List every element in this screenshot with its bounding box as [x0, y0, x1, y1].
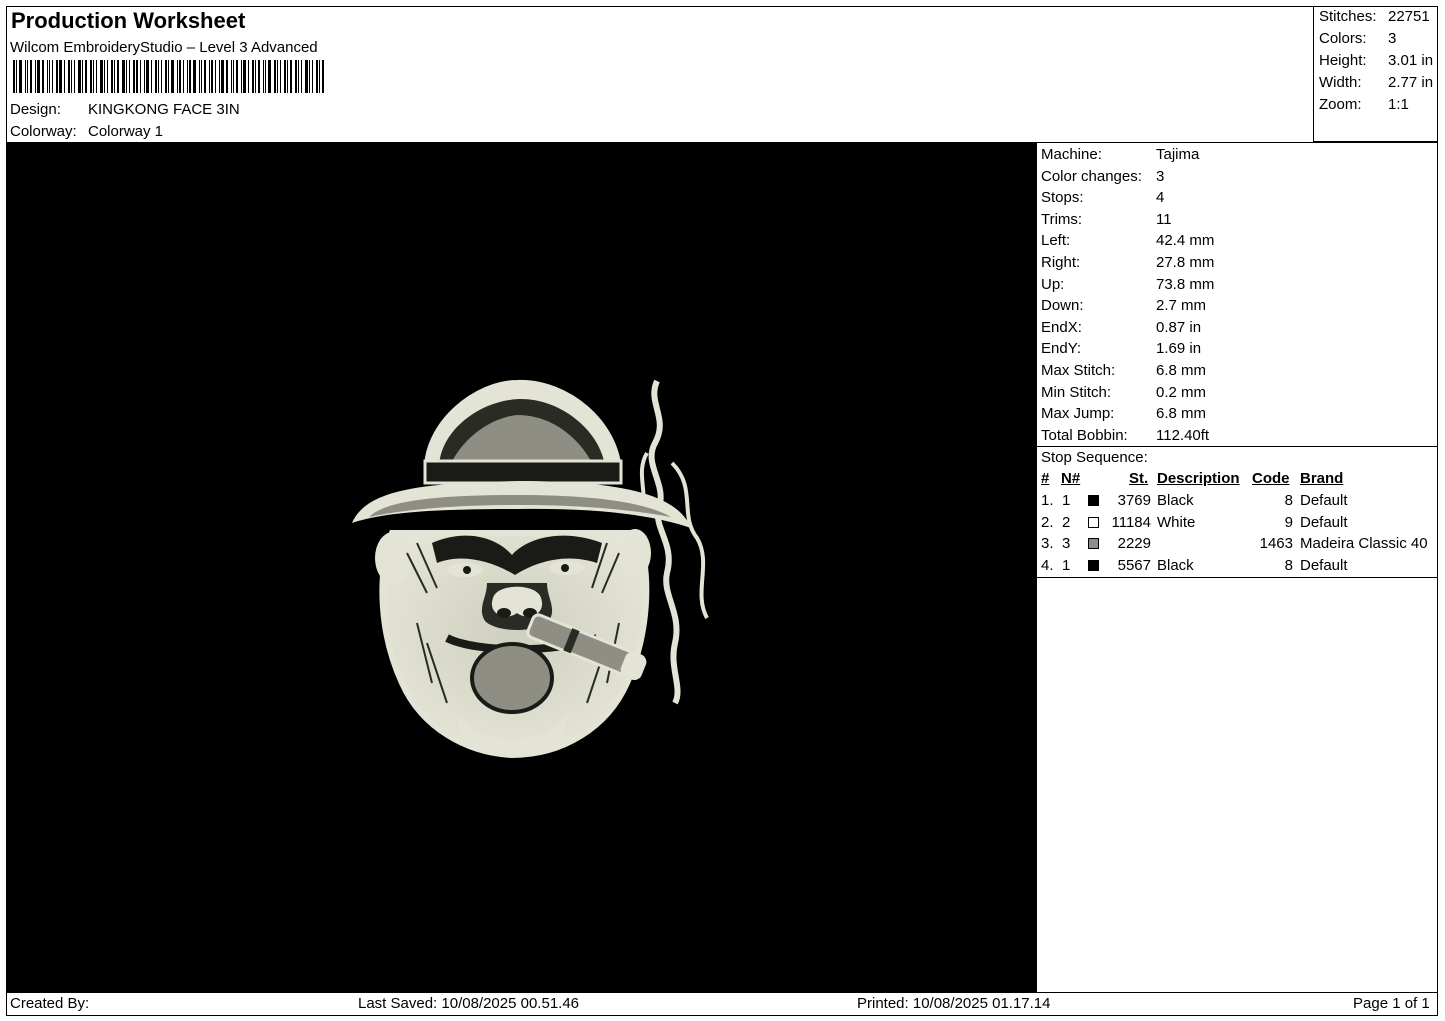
machine-info-label: Right:: [1041, 254, 1081, 271]
machine-info-value: 112.40ft: [1156, 426, 1210, 444]
machine-info-label: EndY:: [1041, 340, 1082, 358]
col-n-header: N#: [1061, 470, 1081, 487]
stop-row-code: 1463: [1259, 535, 1293, 553]
stop-row-stitches: 11184: [1111, 513, 1152, 531]
stop-row-n: 2: [1062, 513, 1071, 531]
summary-label: Zoom:: [1319, 96, 1362, 113]
machine-info-label: Up:: [1041, 275, 1065, 293]
machine-info-label: Stops:: [1041, 189, 1084, 207]
machine-info-label: Max Jump:: [1041, 405, 1115, 423]
machine-info-value: 42.4 mm: [1156, 232, 1215, 250]
summary-value: 22751: [1388, 8, 1430, 25]
machine-info-label: Trims:: [1041, 210, 1083, 228]
machine-info-label: Max Stitch:: [1041, 362, 1116, 379]
thread-color-swatch: [1088, 516, 1099, 528]
stop-row-num: 1.: [1041, 492, 1054, 509]
machine-info-value: 0.2 mm: [1156, 383, 1207, 401]
design-value: KINGKONG FACE 3IN: [88, 101, 240, 118]
thread-color-swatch: [1088, 559, 1099, 571]
gorilla-embroidery-image: [352, 379, 709, 759]
thread-color-swatch: [1088, 538, 1099, 550]
stop-sequence-title: Stop Sequence:: [1041, 449, 1148, 466]
stop-row-num: 2.: [1041, 513, 1054, 531]
machine-info-value: 11: [1156, 210, 1172, 228]
stop-row-description: White: [1157, 513, 1196, 531]
summary-value: 1:1: [1388, 96, 1409, 113]
machine-info-value: 1.69 in: [1156, 340, 1202, 358]
machine-info-label: Down:: [1041, 297, 1084, 315]
machine-info-value: Tajima: [1156, 146, 1200, 163]
col-description-header: Description: [1157, 470, 1240, 487]
machine-info-value: 6.8 mm: [1156, 405, 1207, 423]
stop-row-brand: Default: [1300, 513, 1348, 531]
stop-row-description: Black: [1157, 492, 1194, 509]
summary-label: Stitches:: [1319, 8, 1377, 25]
thread-color-swatch: [1088, 495, 1099, 506]
machine-info-label: Total Bobbin:: [1041, 426, 1128, 444]
stop-row-brand: Madeira Classic 40: [1300, 535, 1428, 553]
col-st-header: St.: [1129, 470, 1149, 487]
col-brand-header: Brand: [1300, 470, 1344, 487]
machine-info-value: 2.7 mm: [1156, 297, 1207, 315]
stop-row-brand: Default: [1300, 556, 1348, 574]
stop-row-brand: Default: [1300, 492, 1348, 509]
created-by: Created By:: [10, 995, 90, 1012]
stop-row-stitches: 3769: [1117, 492, 1151, 509]
summary-label: Width:: [1319, 74, 1362, 91]
last-saved: Last Saved: 10/08/2025 00.51.46: [358, 995, 580, 1012]
stop-row-code: 9: [1284, 513, 1293, 531]
footer-divider: [6, 992, 1438, 993]
stop-row-n: 1: [1062, 492, 1071, 509]
design-preview: [7, 143, 1036, 992]
col-code-header: Code: [1252, 470, 1290, 487]
summary-value: 3: [1388, 30, 1397, 47]
summary-label: Height:: [1319, 52, 1367, 69]
stop-row-num: 3.: [1041, 535, 1054, 553]
machine-info-value: 73.8 mm: [1156, 275, 1215, 293]
machine-info-label: EndX:: [1041, 318, 1082, 336]
stop-row-n: 3: [1062, 535, 1071, 553]
page-title: Production Worksheet: [11, 8, 246, 33]
software-name: Wilcom EmbroideryStudio – Level 3 Advanc…: [10, 39, 318, 56]
machine-info-divider: [1037, 446, 1438, 447]
machine-info-value: 4: [1156, 189, 1165, 207]
machine-info-value: 27.8 mm: [1156, 254, 1215, 271]
summary-value: 3.01 in: [1388, 52, 1434, 69]
machine-info-label: Machine:: [1041, 146, 1102, 163]
stop-row-num: 4.: [1041, 556, 1054, 574]
machine-info-label: Left:: [1041, 232, 1071, 250]
design-label: Design:: [10, 101, 61, 118]
machine-info-value: 6.8 mm: [1156, 362, 1207, 379]
printed-date: Printed: 10/08/2025 01.17.14: [857, 995, 1051, 1012]
col-num-header: #: [1041, 470, 1050, 487]
stop-row-description: Black: [1157, 556, 1194, 574]
preview-divider: [1036, 143, 1037, 992]
page-number: Page 1 of 1: [1353, 995, 1430, 1012]
machine-info-label: Color changes:: [1041, 167, 1142, 185]
summary-label: Colors:: [1319, 30, 1367, 47]
stop-row-stitches: 2229: [1117, 535, 1151, 553]
machine-info-value: 3: [1156, 167, 1165, 185]
stop-row-stitches: 5567: [1117, 556, 1151, 574]
stop-row-n: 1: [1062, 556, 1071, 574]
colorway-value: Colorway 1: [88, 123, 164, 140]
machine-info-value: 0.87 in: [1156, 318, 1202, 336]
stop-row-code: 8: [1284, 556, 1293, 574]
colorway-label: Colorway:: [10, 123, 77, 140]
machine-info-label: Min Stitch:: [1041, 383, 1112, 401]
stop-sequence-divider: [1037, 577, 1438, 578]
stop-row-code: 8: [1284, 492, 1293, 509]
barcode: [13, 60, 335, 93]
summary-value: 2.77 in: [1388, 74, 1434, 91]
